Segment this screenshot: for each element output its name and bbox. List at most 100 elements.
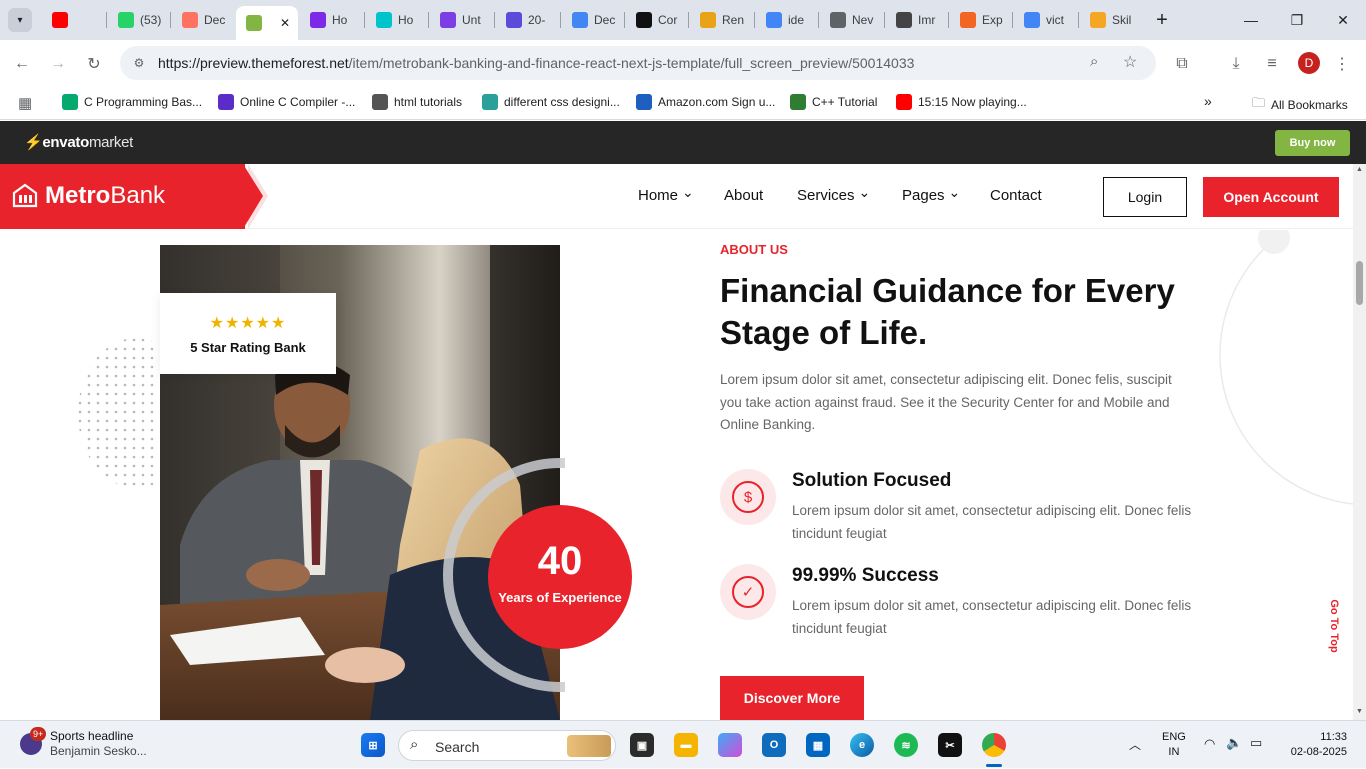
maximize-button[interactable]: ❐ [1274, 8, 1320, 32]
envato-logo[interactable]: ⚡envatomarket [24, 133, 133, 151]
forward-icon[interactable]: → [46, 52, 70, 76]
bookmark-label: C++ Tutorial [812, 95, 878, 109]
nav-item-home[interactable]: Home ⌄ [638, 184, 694, 204]
browser-tab[interactable]: Skil [1080, 6, 1144, 34]
feature-description: Lorem ipsum dolor sit amet, consectetur … [792, 598, 1192, 636]
wifi-icon[interactable]: ◠ [1204, 736, 1215, 752]
nav-item-contact[interactable]: Contact [990, 187, 1042, 204]
scroll-thumb[interactable] [1356, 261, 1363, 305]
section-tag: ABOUT US [720, 242, 788, 257]
store-icon[interactable]: ▦ [806, 733, 830, 757]
clock[interactable]: 11:33 02-08-2025 [1285, 730, 1347, 760]
all-bookmarks-folder[interactable]: 🗀 All Bookmarks [1252, 94, 1348, 116]
go-to-top-link[interactable]: Go To Top [1328, 596, 1340, 656]
feature-icon-wrap: ✓ [720, 564, 776, 620]
bookmarks-overflow-icon[interactable]: » [1204, 93, 1212, 109]
edge-icon[interactable]: e [850, 733, 874, 757]
tab-label: ide [788, 13, 805, 27]
browser-tab[interactable]: vict [1014, 6, 1078, 34]
browser-tab[interactable]: Cor [626, 6, 690, 34]
apps-grid-icon[interactable]: ▦ [18, 94, 32, 112]
bookmark-item[interactable]: html tutorials [372, 94, 462, 110]
browser-tab[interactable]: Nev [820, 6, 884, 34]
zoom-icon[interactable]: ⌕ [1090, 53, 1098, 70]
browser-tab[interactable]: (53) [108, 6, 172, 34]
close-window-button[interactable]: ✕ [1320, 8, 1366, 32]
file-explorer-icon[interactable]: ▬ [674, 733, 698, 757]
scroll-up-arrow[interactable]: ▲ [1356, 166, 1363, 173]
bookmark-item[interactable]: Online C Compiler -... [218, 94, 355, 110]
new-tab-button[interactable]: + [1150, 8, 1174, 32]
page-scrollbar[interactable]: ▲ ▼ [1353, 164, 1366, 720]
bookmark-item[interactable]: Amazon.com Sign u... [636, 94, 775, 110]
scroll-down-arrow[interactable]: ▼ [1356, 708, 1363, 715]
buy-now-button[interactable]: Buy now [1275, 130, 1350, 156]
bookmark-item[interactable]: C Programming Bas... [62, 94, 202, 110]
language-indicator[interactable]: ENG IN [1162, 730, 1186, 760]
tab-search-button[interactable]: ▾ [8, 8, 32, 32]
capcut-icon[interactable]: ✂ [938, 733, 962, 757]
browser-tab[interactable]: Ho [366, 6, 430, 34]
browser-tab[interactable]: 20- [496, 6, 560, 34]
bookmark-item[interactable]: C++ Tutorial [790, 94, 877, 110]
browser-tab[interactable]: Ren [690, 6, 754, 34]
logo-notch [243, 164, 263, 229]
browser-tab[interactable]: Dec [562, 6, 626, 34]
tab-label: Skil [1112, 13, 1132, 27]
tab-label: (53) [140, 13, 162, 27]
address-bar[interactable]: ⚙ https://preview.themeforest.net/item/m… [120, 46, 1156, 80]
bookmark-star-icon[interactable]: ☆ [1123, 52, 1137, 72]
battery-icon[interactable]: ▭ [1250, 735, 1262, 751]
chevron-down-icon: ⌄ [948, 184, 961, 200]
browser-tab[interactable]: ✕ [236, 6, 298, 40]
chrome-taskbar-icon[interactable] [982, 733, 1006, 757]
copilot-icon[interactable] [718, 733, 742, 757]
extensions-icon[interactable]: ⧉ [1170, 52, 1194, 76]
back-icon[interactable]: ← [10, 52, 34, 76]
feature-title: Solution Focused [792, 470, 952, 491]
download-icon[interactable]: ⤓ [1224, 52, 1248, 76]
browser-tab[interactable]: Dec [172, 6, 236, 34]
login-button[interactable]: Login [1103, 177, 1187, 217]
task-view-icon[interactable]: ▣ [630, 733, 654, 757]
news-widget[interactable]: 9+ Sports headline Benjamin Sesko... [0, 721, 160, 769]
close-tab-icon[interactable]: ✕ [280, 16, 290, 30]
spotify-icon[interactable]: ≋ [894, 733, 918, 757]
windows-start-icon[interactable]: ⊞ [361, 733, 385, 757]
dot-pattern-decoration [78, 338, 158, 488]
bookmark-item[interactable]: 15:15 Now playing... [896, 94, 1027, 110]
menu-icon[interactable]: ⋮ [1330, 52, 1354, 76]
tray-overflow-icon[interactable]: ︿ [1129, 736, 1141, 753]
tab-separator [560, 12, 561, 28]
years-number: 40 [537, 539, 583, 583]
bookmark-item[interactable]: different css designi... [482, 94, 620, 110]
nav-item-services[interactable]: Services ⌄ [797, 184, 870, 204]
discover-more-button[interactable]: Discover More [720, 676, 864, 720]
open-account-button[interactable]: Open Account [1203, 177, 1339, 217]
tab-label: Ho [332, 13, 348, 27]
browser-tab[interactable] [42, 6, 106, 34]
outlook-icon[interactable]: O [762, 733, 786, 757]
logo-block[interactable]: MetroBank [0, 164, 245, 229]
feature-description: Lorem ipsum dolor sit amet, consectetur … [792, 503, 1192, 541]
tab-separator [884, 12, 885, 28]
minimize-button[interactable]: — [1228, 8, 1274, 32]
check-icon: ✓ [732, 576, 764, 608]
years-experience-badge: 40 Years of Experience [488, 505, 632, 649]
media-control-icon[interactable]: ≡ [1260, 52, 1284, 76]
browser-tab[interactable]: Imr [886, 6, 950, 34]
profile-avatar[interactable]: D [1298, 52, 1320, 74]
tab-label: Ho [398, 13, 414, 27]
nav-item-pages[interactable]: Pages ⌄ [902, 184, 961, 204]
taskbar-search[interactable]: ⌕ Search [398, 730, 616, 761]
browser-tab[interactable]: Exp [950, 6, 1014, 34]
browser-tab[interactable]: Ho [300, 6, 364, 34]
nav-item-about[interactable]: About [724, 187, 763, 204]
app-icon [1090, 12, 1106, 28]
site-info-icon[interactable]: ⚙ [130, 54, 148, 72]
browser-tab[interactable]: Unt [430, 6, 494, 34]
browser-tab[interactable]: ide [756, 6, 820, 34]
reload-icon[interactable]: ↻ [82, 52, 106, 76]
section-description: Lorem ipsum dolor sit amet, consectetur … [720, 372, 1172, 432]
volume-icon[interactable]: 🔈 [1226, 735, 1242, 751]
